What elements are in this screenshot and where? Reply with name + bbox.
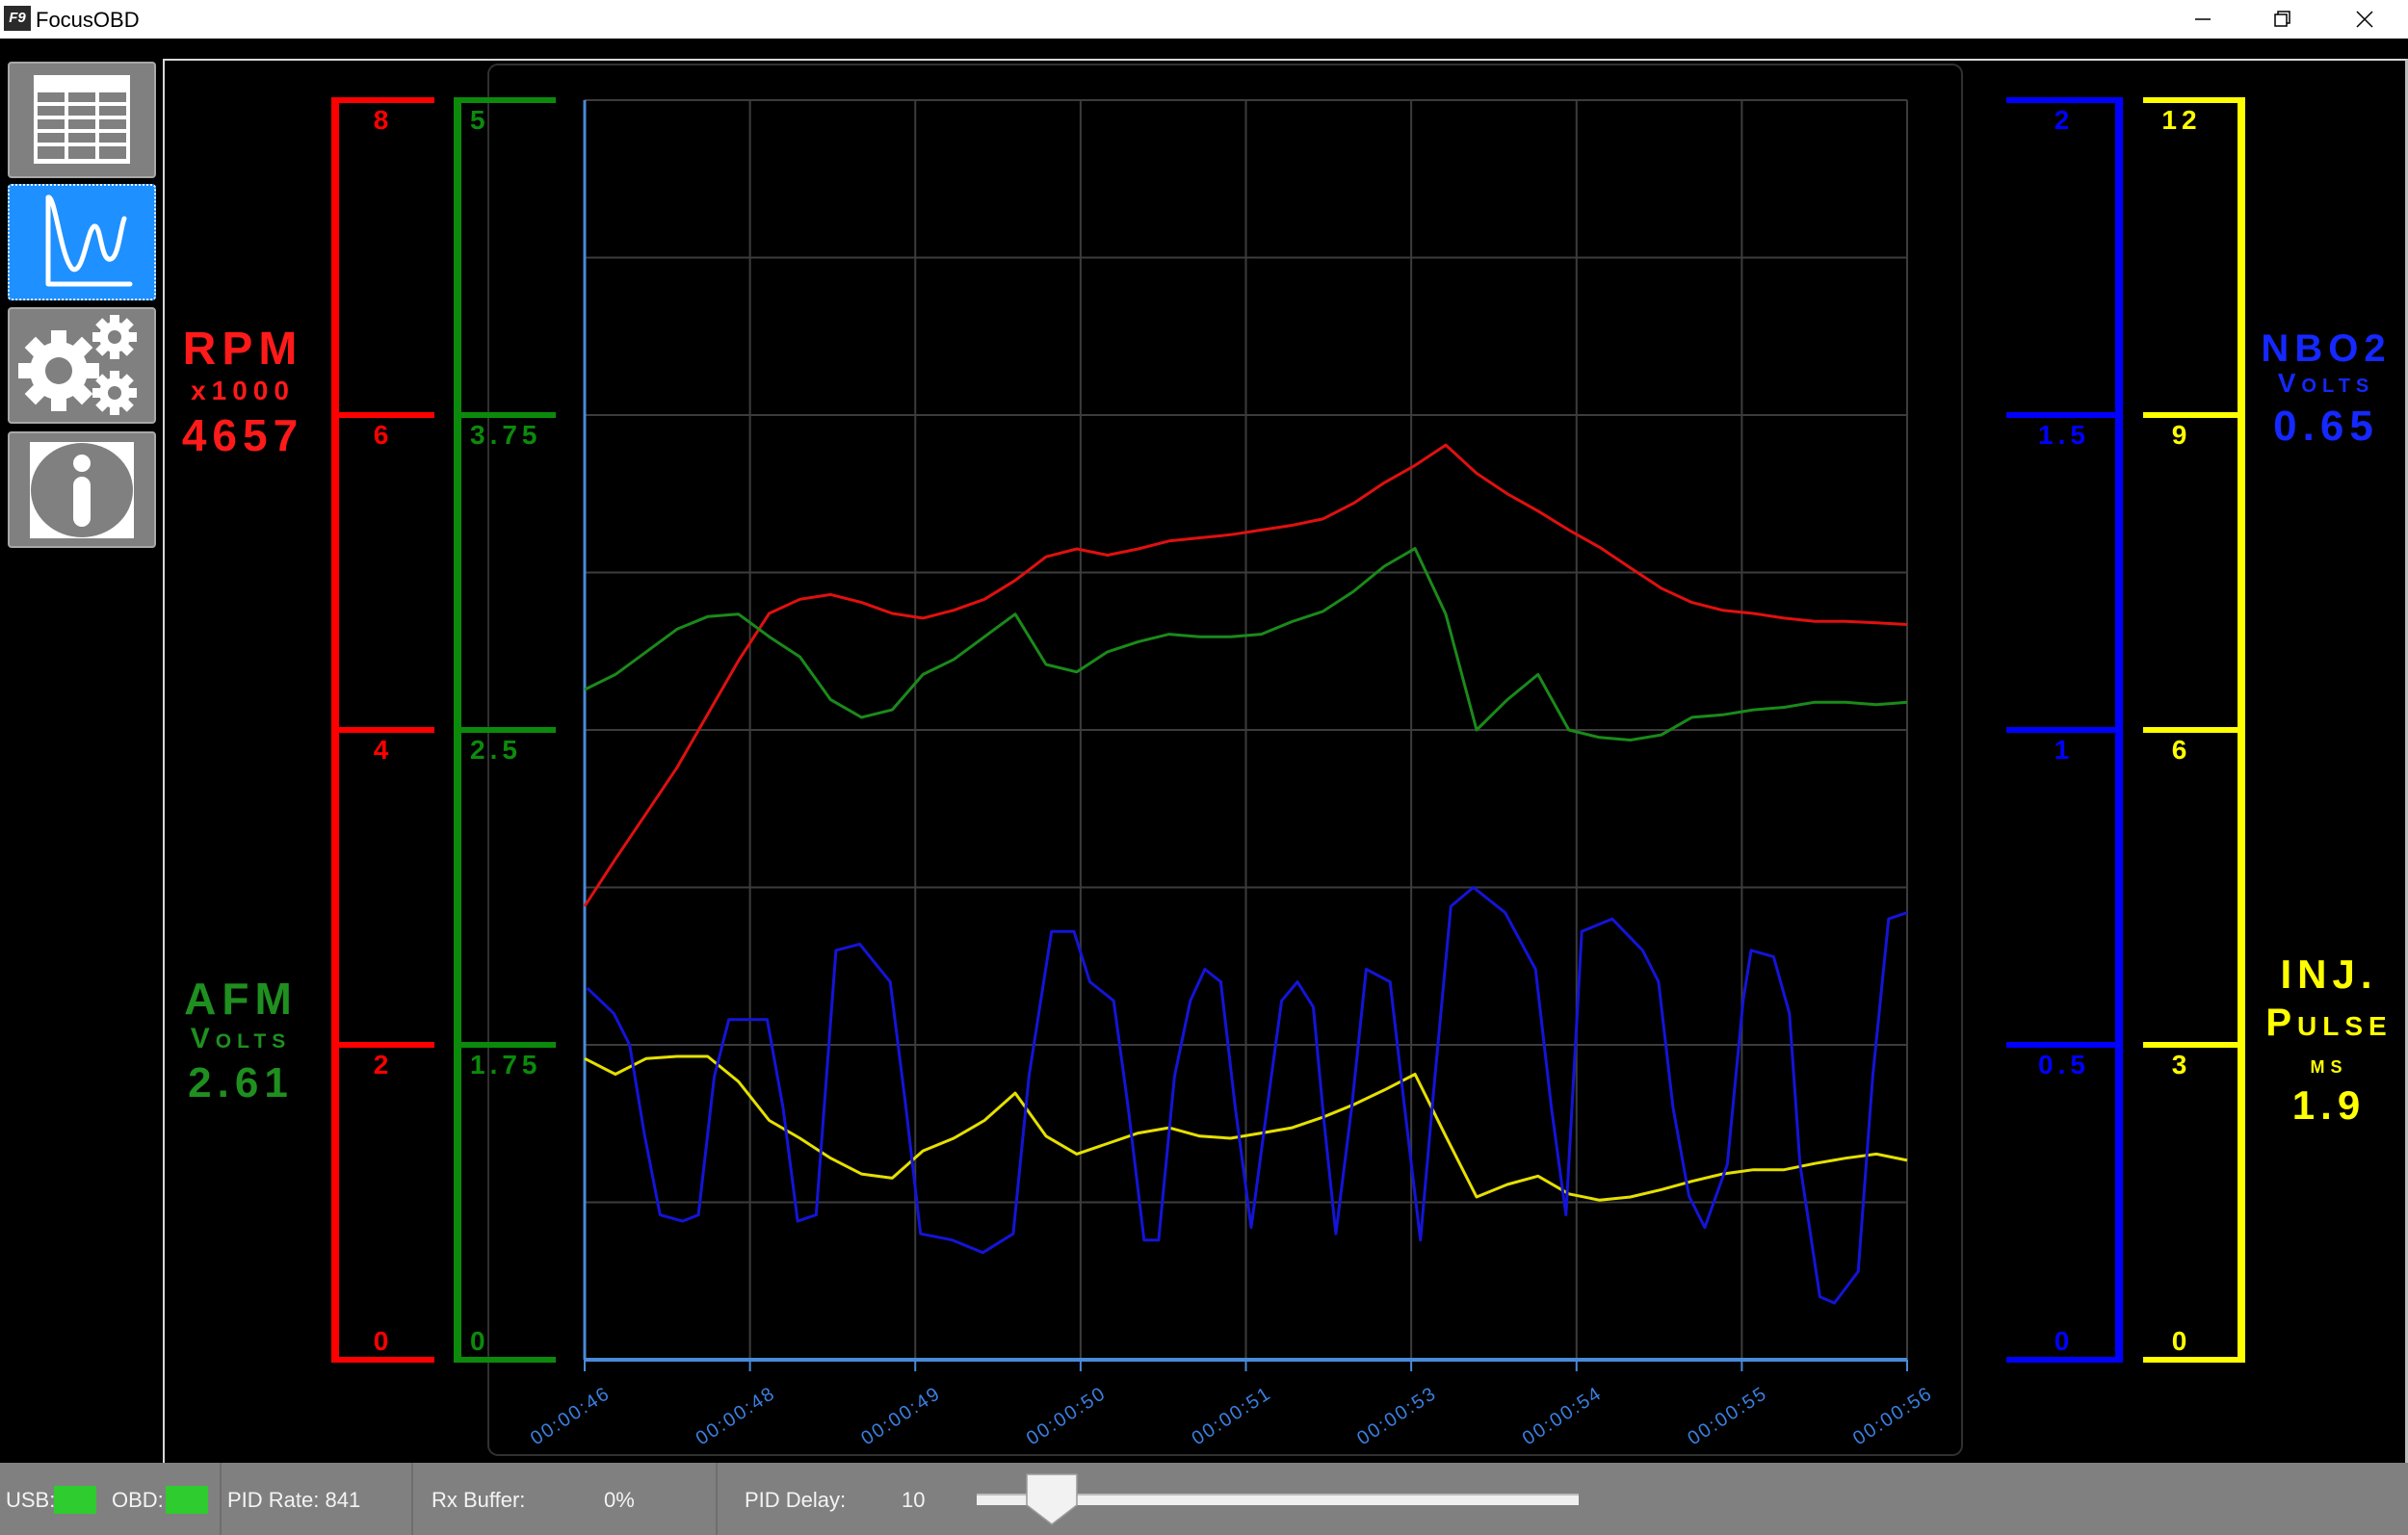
inj-unit: ms bbox=[2311, 1050, 2348, 1080]
inj-tick-label: 9 bbox=[2172, 420, 2192, 450]
usb-label: USB: bbox=[6, 1488, 55, 1513]
inj-tick-label: 0 bbox=[2172, 1326, 2192, 1356]
status-separator bbox=[220, 1463, 222, 1535]
nbo2-label: NBO2 bbox=[2261, 327, 2391, 371]
graph-icon bbox=[24, 190, 140, 296]
nbo2-tick-label: 0 bbox=[2055, 1326, 2075, 1356]
nav-table-button[interactable] bbox=[8, 62, 156, 178]
rpm-tick-label: 6 bbox=[374, 420, 394, 450]
nbo2-unit: Volts bbox=[2278, 368, 2375, 399]
obd-status-indicator bbox=[166, 1486, 208, 1514]
afm-label: AFM bbox=[184, 973, 298, 1025]
rpm-value: 4657 bbox=[182, 409, 303, 461]
pid-rate: PID Rate: 841 bbox=[227, 1488, 360, 1513]
afm-tick-label: 1.75 bbox=[470, 1050, 542, 1080]
nbo2-tick-label: 0.5 bbox=[2038, 1050, 2090, 1080]
rx-buffer-label: Rx Buffer: bbox=[432, 1488, 525, 1513]
nbo2-tick-label: 1 bbox=[2055, 735, 2075, 765]
pid-delay-label: PID Delay: bbox=[745, 1488, 846, 1513]
gears-icon bbox=[14, 313, 149, 419]
pid-delay-slider-thumb[interactable] bbox=[1026, 1473, 1078, 1525]
status-separator bbox=[716, 1463, 718, 1535]
nbo2-tick-label: 1.5 bbox=[2038, 420, 2090, 450]
info-icon bbox=[28, 440, 136, 540]
afm-value: 2.61 bbox=[188, 1059, 294, 1107]
status-separator bbox=[411, 1463, 413, 1535]
inj-tick-label: 12 bbox=[2161, 105, 2201, 135]
rpm-label: RPM bbox=[183, 323, 303, 376]
nbo2-value: 0.65 bbox=[2273, 403, 2379, 451]
table-icon bbox=[29, 72, 135, 169]
rpm-tick-label: 0 bbox=[374, 1326, 394, 1356]
inj-tick-label: 6 bbox=[2172, 735, 2192, 765]
afm-tick-label: 0 bbox=[470, 1326, 490, 1356]
inj-sub-label: Pulse bbox=[2265, 1002, 2392, 1045]
afm-tick-label: 2.5 bbox=[470, 735, 522, 765]
inj-label: INJ. bbox=[2280, 951, 2377, 998]
nbo2-tick-label: 2 bbox=[2055, 105, 2075, 135]
status-bar: USB: OBD: PID Rate: 841 Rx Buffer: 0% PI… bbox=[0, 1463, 2408, 1535]
inj-tick-label: 3 bbox=[2172, 1050, 2192, 1080]
rpm-tick-label: 4 bbox=[374, 735, 394, 765]
rpm-tick-label: 2 bbox=[374, 1050, 394, 1080]
obd-label: OBD: bbox=[112, 1488, 164, 1513]
rx-buffer-value: 0% bbox=[604, 1488, 635, 1513]
nav-info-button[interactable] bbox=[8, 431, 156, 548]
afm-tick-label: 3.75 bbox=[470, 420, 542, 450]
afm-unit: Volts bbox=[191, 1023, 291, 1055]
nav-settings-button[interactable] bbox=[8, 307, 156, 424]
usb-status-indicator bbox=[54, 1486, 96, 1514]
inj-value: 1.9 bbox=[2292, 1082, 2366, 1129]
rpm-unit: x1000 bbox=[191, 376, 295, 406]
pid-delay-value: 10 bbox=[902, 1488, 925, 1513]
chart: 00:00:4600:00:4800:00:4900:00:5000:00:51… bbox=[0, 0, 2408, 1535]
rpm-tick-label: 8 bbox=[374, 105, 394, 135]
afm-tick-label: 5 bbox=[470, 105, 490, 135]
nav-graph-button[interactable] bbox=[8, 184, 156, 300]
